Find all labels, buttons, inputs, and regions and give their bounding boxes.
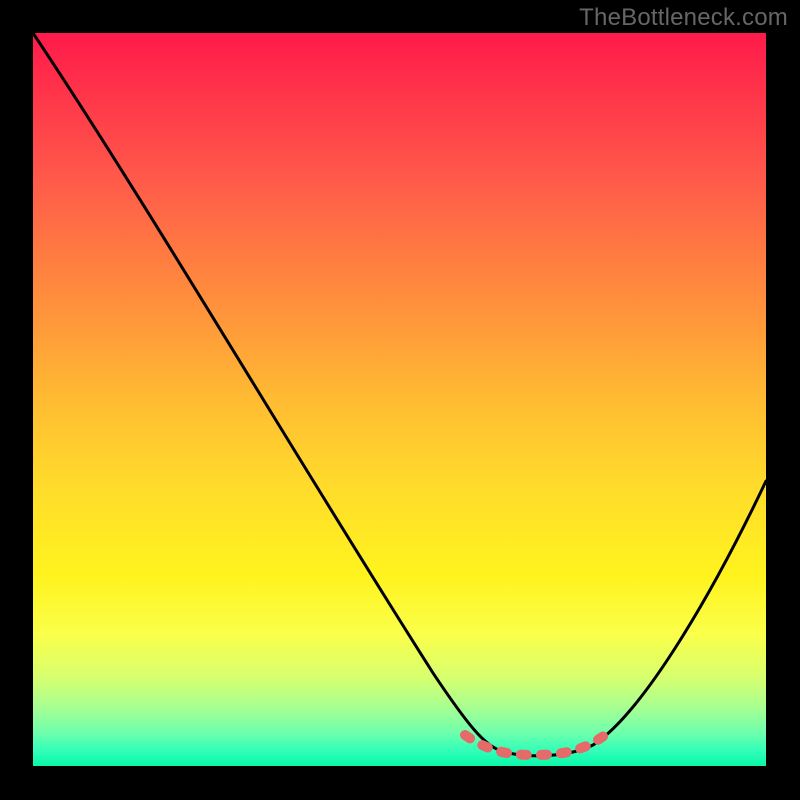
optimal-range-marker-path — [465, 735, 605, 755]
chart-svg — [33, 33, 766, 766]
plot-area — [33, 33, 766, 766]
chart-frame: TheBottleneck.com — [0, 0, 800, 800]
bottleneck-curve-path — [33, 33, 766, 756]
watermark-text: TheBottleneck.com — [579, 4, 788, 32]
